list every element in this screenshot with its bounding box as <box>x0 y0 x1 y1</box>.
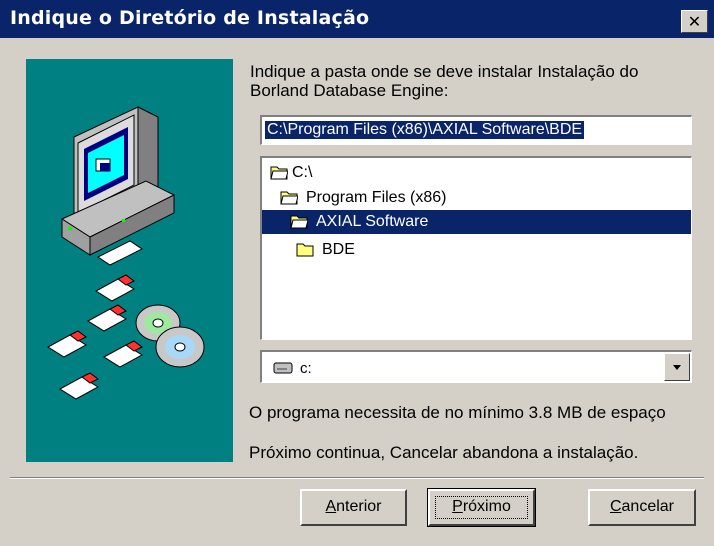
next-label-rest: róximo <box>462 498 511 515</box>
tree-item-label: Program Files (x86) <box>306 189 447 206</box>
tree-item-bde[interactable]: BDE <box>262 238 691 262</box>
installer-dialog: Indique o Diretório de Instalação ✕ Indi… <box>0 0 714 546</box>
installer-illustration <box>26 59 233 462</box>
drive-select[interactable]: c: <box>260 350 692 383</box>
back-button-label: Anterior <box>325 498 381 515</box>
folder-icon <box>296 241 314 262</box>
tree-item-label: AXIAL Software <box>316 213 429 230</box>
folder-tree[interactable]: C:\ Program Files (x86) AXIAL Software B… <box>260 156 692 340</box>
install-path-input[interactable]: C:\Program Files (x86)\AXIAL Software\BD… <box>260 115 692 145</box>
open-folder-icon <box>280 189 299 210</box>
tree-item-c-drive[interactable]: C:\ <box>262 161 691 185</box>
cancel-button-label: Cancelar <box>610 498 674 515</box>
computer-disks-illustration <box>47 106 205 400</box>
tree-item-program-files[interactable]: Program Files (x86) <box>262 186 691 210</box>
next-button[interactable]: Próximo <box>427 488 536 527</box>
cancel-button[interactable]: Cancelar <box>588 489 696 526</box>
open-folder-icon <box>270 164 289 185</box>
close-icon: ✕ <box>687 12 702 31</box>
close-button[interactable]: ✕ <box>681 10 708 33</box>
install-path-value: C:\Program Files (x86)\AXIAL Software\BD… <box>265 121 585 139</box>
install-instructions: Indique a pasta onde se deve instalar In… <box>250 62 700 100</box>
open-folder-icon <box>290 213 309 234</box>
chevron-down-icon <box>673 365 681 370</box>
tree-item-label: C:\ <box>292 164 313 181</box>
back-button[interactable]: Anterior <box>300 489 407 526</box>
tree-item-label: BDE <box>322 241 355 258</box>
window-title: Indique o Diretório de Instalação <box>10 7 370 29</box>
tree-item-axial-software[interactable]: AXIAL Software <box>262 210 691 234</box>
cancel-mnemonic: C <box>609 498 622 515</box>
drive-select-value: c: <box>300 360 312 377</box>
instruction-line-1: Indique a pasta onde se deve instalar In… <box>250 62 639 81</box>
cancel-label-rest: ancelar <box>621 498 675 515</box>
back-mnemonic: A <box>325 498 337 515</box>
title-bar[interactable]: Indique o Diretório de Instalação ✕ <box>0 0 714 38</box>
back-label-rest: nterior <box>336 498 382 515</box>
drive-dropdown-button[interactable] <box>664 353 690 381</box>
next-mnemonic: P <box>452 498 463 515</box>
drive-icon <box>273 361 293 379</box>
navigation-hint: Próximo continua, Cancelar abandona a in… <box>249 443 639 462</box>
button-separator <box>10 477 704 479</box>
instruction-line-2: Borland Database Engine: <box>250 81 449 100</box>
next-button-label: Próximo <box>452 498 511 515</box>
disk-space-note: O programa necessita de no mínimo 3.8 MB… <box>249 403 666 422</box>
